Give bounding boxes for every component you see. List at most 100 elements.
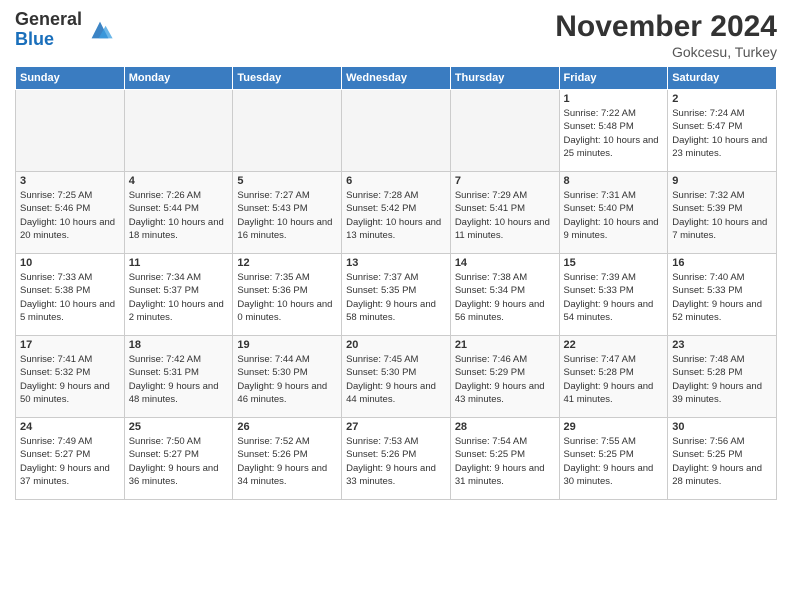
day-info: Sunrise: 7:26 AM Sunset: 5:44 PM Dayligh…	[129, 189, 229, 242]
calendar-cell: 6Sunrise: 7:28 AM Sunset: 5:42 PM Daylig…	[342, 172, 451, 254]
day-number: 1	[564, 93, 664, 105]
calendar-cell: 19 Sunrise: 7:44 AM Sunset: 5:30 PM Dayli…	[233, 336, 342, 418]
day-number: 30	[672, 421, 772, 433]
calendar-cell: 27 Sunrise: 7:53 AM Sunset: 5:26 PM Dayli…	[342, 418, 451, 500]
day-number: 6	[346, 175, 446, 187]
day-number: 9	[672, 175, 772, 187]
calendar-cell: 10 Sunrise: 7:33 AM Sunset: 5:38 PM Dayli…	[16, 254, 125, 336]
calendar-cell: 21 Sunrise: 7:46 AM Sunset: 5:29 PM Dayli…	[450, 336, 559, 418]
day-info: Sunrise: 7:32 AM Sunset: 5:39 PM Dayligh…	[672, 189, 772, 242]
weekday-header-sunday: Sunday	[16, 67, 125, 90]
header: General Blue November 2024 Gokcesu, Turk…	[15, 10, 777, 60]
page-container: General Blue November 2024 Gokcesu, Turk…	[0, 0, 792, 510]
day-number: 26	[237, 421, 337, 433]
calendar-cell: 5Sunrise: 7:27 AM Sunset: 5:43 PM Daylig…	[233, 172, 342, 254]
calendar-cell: 9 Sunrise: 7:32 AM Sunset: 5:39 PM Daylig…	[668, 172, 777, 254]
calendar-cell: 4 Sunrise: 7:26 AM Sunset: 5:44 PM Daylig…	[124, 172, 233, 254]
calendar-header-row: SundayMondayTuesdayWednesdayThursdayFrid…	[16, 67, 777, 90]
calendar-cell: 26 Sunrise: 7:52 AM Sunset: 5:26 PM Dayli…	[233, 418, 342, 500]
day-info: Sunrise: 7:38 AM Sunset: 5:34 PM Dayligh…	[455, 271, 555, 324]
calendar-week-4: 17 Sunrise: 7:41 AM Sunset: 5:32 PM Dayli…	[16, 336, 777, 418]
calendar-cell: 30 Sunrise: 7:56 AM Sunset: 5:25 PM Dayli…	[668, 418, 777, 500]
day-number: 3	[20, 175, 120, 187]
day-number: 11	[129, 257, 229, 269]
calendar-cell: 17 Sunrise: 7:41 AM Sunset: 5:32 PM Dayli…	[16, 336, 125, 418]
logo-general: General	[15, 10, 82, 30]
day-info: Sunrise: 7:37 AM Sunset: 5:35 PM Dayligh…	[346, 271, 446, 324]
day-number: 17	[20, 339, 120, 351]
day-info: Sunrise: 7:33 AM Sunset: 5:38 PM Dayligh…	[20, 271, 120, 324]
calendar-cell: 15 Sunrise: 7:39 AM Sunset: 5:33 PM Dayli…	[559, 254, 668, 336]
day-info: Sunrise: 7:45 AM Sunset: 5:30 PM Dayligh…	[346, 353, 446, 406]
calendar-cell	[233, 90, 342, 172]
day-info: Sunrise: 7:56 AM Sunset: 5:25 PM Dayligh…	[672, 435, 772, 488]
calendar-cell: 1 Sunrise: 7:22 AM Sunset: 5:48 PM Daylig…	[559, 90, 668, 172]
weekday-header-saturday: Saturday	[668, 67, 777, 90]
calendar-cell: 20 Sunrise: 7:45 AM Sunset: 5:30 PM Dayli…	[342, 336, 451, 418]
calendar-cell: 13 Sunrise: 7:37 AM Sunset: 5:35 PM Dayli…	[342, 254, 451, 336]
calendar-week-2: 3 Sunrise: 7:25 AM Sunset: 5:46 PM Daylig…	[16, 172, 777, 254]
day-number: 25	[129, 421, 229, 433]
weekday-header-thursday: Thursday	[450, 67, 559, 90]
calendar-cell: 16 Sunrise: 7:40 AM Sunset: 5:33 PM Dayli…	[668, 254, 777, 336]
day-number: 19	[237, 339, 337, 351]
weekday-header-tuesday: Tuesday	[233, 67, 342, 90]
calendar-cell: 22Sunrise: 7:47 AM Sunset: 5:28 PM Dayli…	[559, 336, 668, 418]
day-info: Sunrise: 7:34 AM Sunset: 5:37 PM Dayligh…	[129, 271, 229, 324]
day-info: Sunrise: 7:53 AM Sunset: 5:26 PM Dayligh…	[346, 435, 446, 488]
day-number: 23	[672, 339, 772, 351]
day-info: Sunrise: 7:29 AM Sunset: 5:41 PM Dayligh…	[455, 189, 555, 242]
day-number: 10	[20, 257, 120, 269]
calendar-cell	[342, 90, 451, 172]
day-info: Sunrise: 7:40 AM Sunset: 5:33 PM Dayligh…	[672, 271, 772, 324]
day-info: Sunrise: 7:31 AM Sunset: 5:40 PM Dayligh…	[564, 189, 664, 242]
day-info: Sunrise: 7:49 AM Sunset: 5:27 PM Dayligh…	[20, 435, 120, 488]
day-number: 7	[455, 175, 555, 187]
calendar-table: SundayMondayTuesdayWednesdayThursdayFrid…	[15, 66, 777, 500]
calendar-cell: 12Sunrise: 7:35 AM Sunset: 5:36 PM Dayli…	[233, 254, 342, 336]
calendar-cell: 3 Sunrise: 7:25 AM Sunset: 5:46 PM Daylig…	[16, 172, 125, 254]
day-number: 13	[346, 257, 446, 269]
day-info: Sunrise: 7:55 AM Sunset: 5:25 PM Dayligh…	[564, 435, 664, 488]
day-info: Sunrise: 7:25 AM Sunset: 5:46 PM Dayligh…	[20, 189, 120, 242]
day-info: Sunrise: 7:44 AM Sunset: 5:30 PM Dayligh…	[237, 353, 337, 406]
weekday-header-wednesday: Wednesday	[342, 67, 451, 90]
calendar-cell: 14 Sunrise: 7:38 AM Sunset: 5:34 PM Dayli…	[450, 254, 559, 336]
day-number: 20	[346, 339, 446, 351]
day-info: Sunrise: 7:46 AM Sunset: 5:29 PM Dayligh…	[455, 353, 555, 406]
day-number: 5	[237, 175, 337, 187]
calendar-cell: 24 Sunrise: 7:49 AM Sunset: 5:27 PM Dayli…	[16, 418, 125, 500]
weekday-header-friday: Friday	[559, 67, 668, 90]
day-number: 27	[346, 421, 446, 433]
day-number: 29	[564, 421, 664, 433]
calendar-cell	[16, 90, 125, 172]
day-info: Sunrise: 7:47 AM Sunset: 5:28 PM Dayligh…	[564, 353, 664, 406]
day-number: 28	[455, 421, 555, 433]
day-number: 15	[564, 257, 664, 269]
day-number: 21	[455, 339, 555, 351]
day-number: 16	[672, 257, 772, 269]
day-info: Sunrise: 7:52 AM Sunset: 5:26 PM Dayligh…	[237, 435, 337, 488]
calendar-cell: 11 Sunrise: 7:34 AM Sunset: 5:37 PM Dayli…	[124, 254, 233, 336]
calendar-cell: 23Sunrise: 7:48 AM Sunset: 5:28 PM Dayli…	[668, 336, 777, 418]
calendar-cell: 7 Sunrise: 7:29 AM Sunset: 5:41 PM Daylig…	[450, 172, 559, 254]
logo-icon	[86, 16, 114, 44]
calendar-cell: 8Sunrise: 7:31 AM Sunset: 5:40 PM Daylig…	[559, 172, 668, 254]
calendar-week-1: 1 Sunrise: 7:22 AM Sunset: 5:48 PM Daylig…	[16, 90, 777, 172]
calendar-week-5: 24 Sunrise: 7:49 AM Sunset: 5:27 PM Dayli…	[16, 418, 777, 500]
location-subtitle: Gokcesu, Turkey	[555, 44, 777, 60]
logo: General Blue	[15, 10, 114, 50]
calendar-cell: 18 Sunrise: 7:42 AM Sunset: 5:31 PM Dayli…	[124, 336, 233, 418]
logo-blue: Blue	[15, 30, 82, 50]
day-number: 18	[129, 339, 229, 351]
day-info: Sunrise: 7:42 AM Sunset: 5:31 PM Dayligh…	[129, 353, 229, 406]
calendar-cell: 29 Sunrise: 7:55 AM Sunset: 5:25 PM Dayli…	[559, 418, 668, 500]
day-number: 14	[455, 257, 555, 269]
month-title: November 2024	[555, 10, 777, 44]
day-info: Sunrise: 7:24 AM Sunset: 5:47 PM Dayligh…	[672, 107, 772, 160]
day-info: Sunrise: 7:39 AM Sunset: 5:33 PM Dayligh…	[564, 271, 664, 324]
day-info: Sunrise: 7:41 AM Sunset: 5:32 PM Dayligh…	[20, 353, 120, 406]
day-info: Sunrise: 7:22 AM Sunset: 5:48 PM Dayligh…	[564, 107, 664, 160]
day-number: 4	[129, 175, 229, 187]
day-number: 24	[20, 421, 120, 433]
